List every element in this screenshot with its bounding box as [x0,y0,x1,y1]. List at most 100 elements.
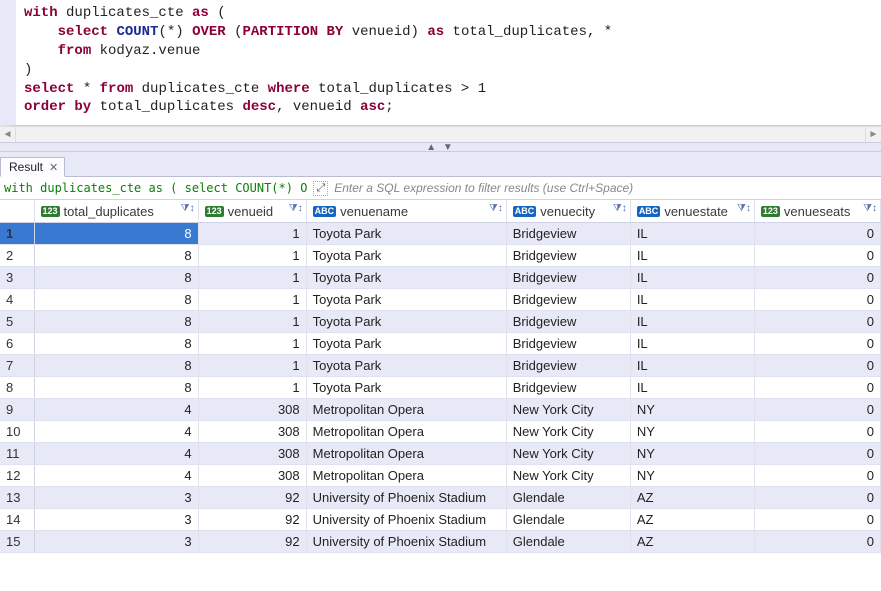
cell-total_duplicates[interactable]: 3 [34,530,198,552]
cell-venuename[interactable]: University of Phoenix Stadium [306,508,506,530]
cell-venueid[interactable]: 1 [198,244,306,266]
cell-venueid[interactable]: 308 [198,442,306,464]
cell-venuecity[interactable]: New York City [506,464,630,486]
cell-total_duplicates[interactable]: 8 [34,332,198,354]
cell-total_duplicates[interactable]: 8 [34,266,198,288]
cell-venuecity[interactable]: Glendale [506,508,630,530]
cell-venuecity[interactable]: New York City [506,398,630,420]
filter-input[interactable]: Enter a SQL expression to filter results… [334,181,633,195]
cell-total_duplicates[interactable]: 8 [34,222,198,244]
table-row[interactable]: 15392University of Phoenix StadiumGlenda… [0,530,881,552]
row-number[interactable]: 1 [0,222,34,244]
column-filter-icon[interactable]: ⧩↕ [737,203,751,214]
row-number[interactable]: 4 [0,288,34,310]
table-row[interactable]: 181Toyota ParkBridgeviewIL0 [0,222,881,244]
cell-venueseats[interactable]: 0 [754,398,880,420]
cell-venuecity[interactable]: Bridgeview [506,332,630,354]
cell-venuestate[interactable]: AZ [630,508,754,530]
cell-total_duplicates[interactable]: 8 [34,244,198,266]
cell-venueseats[interactable]: 0 [754,420,880,442]
table-row[interactable]: 681Toyota ParkBridgeviewIL0 [0,332,881,354]
cell-venueid[interactable]: 1 [198,288,306,310]
cell-venuestate[interactable]: NY [630,420,754,442]
row-number[interactable]: 7 [0,354,34,376]
cell-venuecity[interactable]: Bridgeview [506,266,630,288]
column-filter-icon[interactable]: ⧩↕ [863,203,877,214]
cell-venueseats[interactable]: 0 [754,486,880,508]
table-row[interactable]: 581Toyota ParkBridgeviewIL0 [0,310,881,332]
cell-venuename[interactable]: University of Phoenix Stadium [306,486,506,508]
close-icon[interactable]: ✕ [49,161,58,174]
cell-venueseats[interactable]: 0 [754,222,880,244]
cell-venueid[interactable]: 308 [198,464,306,486]
grid-corner[interactable] [0,200,34,222]
editor-h-scrollbar[interactable]: ◄ ► [0,126,881,142]
cell-venuecity[interactable]: Glendale [506,530,630,552]
table-row[interactable]: 881Toyota ParkBridgeviewIL0 [0,376,881,398]
row-number[interactable]: 8 [0,376,34,398]
cell-venuecity[interactable]: Glendale [506,486,630,508]
table-row[interactable]: 124308Metropolitan OperaNew York CityNY0 [0,464,881,486]
cell-venueid[interactable]: 92 [198,530,306,552]
cell-venuecity[interactable]: New York City [506,442,630,464]
table-row[interactable]: 94308Metropolitan OperaNew York CityNY0 [0,398,881,420]
cell-venuecity[interactable]: Bridgeview [506,222,630,244]
cell-total_duplicates[interactable]: 3 [34,508,198,530]
cell-venuestate[interactable]: IL [630,288,754,310]
cell-total_duplicates[interactable]: 4 [34,420,198,442]
cell-venuestate[interactable]: IL [630,376,754,398]
table-row[interactable]: 104308Metropolitan OperaNew York CityNY0 [0,420,881,442]
row-number[interactable]: 11 [0,442,34,464]
cell-venueseats[interactable]: 0 [754,530,880,552]
cell-venuestate[interactable]: IL [630,310,754,332]
cell-venuename[interactable]: Toyota Park [306,310,506,332]
column-filter-icon[interactable]: ⧩↕ [181,203,195,214]
cell-venuecity[interactable]: Bridgeview [506,310,630,332]
cell-venuename[interactable]: Toyota Park [306,332,506,354]
cell-venuestate[interactable]: AZ [630,530,754,552]
cell-venuecity[interactable]: Bridgeview [506,288,630,310]
cell-total_duplicates[interactable]: 4 [34,442,198,464]
row-number[interactable]: 2 [0,244,34,266]
cell-venuename[interactable]: Toyota Park [306,288,506,310]
column-header-venueseats[interactable]: 123venueseats⧩↕ [754,200,880,222]
cell-venueseats[interactable]: 0 [754,376,880,398]
cell-venueseats[interactable]: 0 [754,244,880,266]
cell-venuestate[interactable]: IL [630,244,754,266]
row-number[interactable]: 9 [0,398,34,420]
expand-icon[interactable]: ⤢ [313,181,328,196]
cell-venueid[interactable]: 1 [198,310,306,332]
cell-venuename[interactable]: Toyota Park [306,266,506,288]
cell-venueid[interactable]: 308 [198,398,306,420]
column-header-venueid[interactable]: 123venueid⧩↕ [198,200,306,222]
cell-venuename[interactable]: Metropolitan Opera [306,420,506,442]
cell-venuename[interactable]: Toyota Park [306,244,506,266]
cell-venueseats[interactable]: 0 [754,332,880,354]
row-number[interactable]: 13 [0,486,34,508]
scroll-left-icon[interactable]: ◄ [0,127,16,142]
table-row[interactable]: 481Toyota ParkBridgeviewIL0 [0,288,881,310]
cell-venuestate[interactable]: NY [630,464,754,486]
cell-total_duplicates[interactable]: 8 [34,376,198,398]
cell-venuestate[interactable]: NY [630,398,754,420]
cell-venuestate[interactable]: IL [630,266,754,288]
row-number[interactable]: 10 [0,420,34,442]
cell-venuename[interactable]: Toyota Park [306,222,506,244]
table-row[interactable]: 281Toyota ParkBridgeviewIL0 [0,244,881,266]
column-header-venuename[interactable]: ABCvenuename⧩↕ [306,200,506,222]
cell-venuestate[interactable]: IL [630,354,754,376]
row-number[interactable]: 15 [0,530,34,552]
row-number[interactable]: 6 [0,332,34,354]
cell-venuestate[interactable]: AZ [630,486,754,508]
scroll-right-icon[interactable]: ► [865,127,881,142]
row-number[interactable]: 12 [0,464,34,486]
cell-venuestate[interactable]: NY [630,442,754,464]
cell-venueseats[interactable]: 0 [754,266,880,288]
cell-venueid[interactable]: 1 [198,332,306,354]
panel-splitter[interactable]: ▲ ▼ [0,142,881,152]
column-header-total_duplicates[interactable]: 123total_duplicates⧩↕ [34,200,198,222]
row-number[interactable]: 5 [0,310,34,332]
result-grid[interactable]: 123total_duplicates⧩↕123venueid⧩↕ABCvenu… [0,200,881,553]
column-filter-icon[interactable]: ⧩↕ [289,203,303,214]
cell-venueseats[interactable]: 0 [754,288,880,310]
